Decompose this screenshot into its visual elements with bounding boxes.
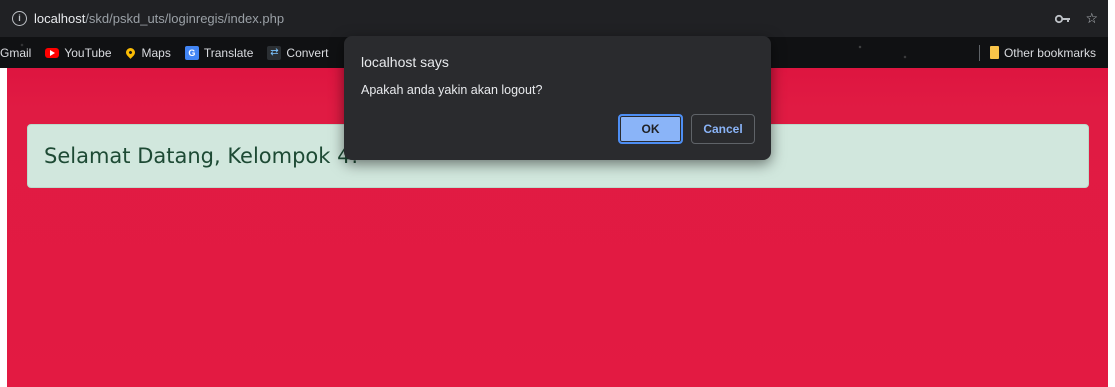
dialog-title: localhost says <box>361 54 449 70</box>
key-icon[interactable] <box>1055 11 1071 27</box>
bookmark-youtube[interactable]: YouTube <box>45 45 112 60</box>
address-bar-actions: ☆ <box>1055 0 1098 37</box>
bookmark-label: Gmail <box>0 45 32 60</box>
translate-icon: G <box>184 45 199 60</box>
confirm-dialog: localhost says Apakah anda yakin akan lo… <box>344 36 771 160</box>
bookmark-label: Convert <box>286 45 329 60</box>
dialog-buttons: OK Cancel <box>618 114 755 144</box>
bookmark-convert[interactable]: ⇄ Convert <box>267 45 329 60</box>
url-path: /skd/pskd_uts/loginregis/index.php <box>85 11 285 26</box>
dialog-message: Apakah anda yakin akan logout? <box>361 83 543 97</box>
welcome-title: Selamat Datang, Kelompok 4! <box>44 144 359 168</box>
cancel-button[interactable]: Cancel <box>691 114 755 144</box>
bookmarks-divider <box>978 44 980 61</box>
bookmark-gmail[interactable]: Gmail <box>0 46 31 60</box>
other-bookmarks-label: Other bookmarks <box>1003 45 1096 60</box>
screen: i localhost/skd/pskd_uts/loginregis/inde… <box>0 0 1115 387</box>
ok-button[interactable]: OK <box>618 114 683 144</box>
youtube-icon <box>45 47 60 58</box>
bookmark-label: Translate <box>203 45 254 60</box>
star-icon[interactable]: ☆ <box>1085 10 1098 27</box>
address-bar[interactable]: i localhost/skd/pskd_uts/loginregis/inde… <box>0 0 1108 37</box>
maps-icon <box>123 46 137 59</box>
window-edge <box>1108 0 1115 387</box>
convert-icon: ⇄ <box>267 45 282 60</box>
bookmark-label: Maps <box>141 45 171 60</box>
url-text[interactable]: localhost/skd/pskd_uts/loginregis/index.… <box>34 11 284 26</box>
other-bookmarks[interactable]: Other bookmarks <box>989 45 1096 60</box>
folder-icon <box>989 46 999 59</box>
bookmark-label: YouTube <box>64 45 112 60</box>
url-host: localhost <box>34 11 86 26</box>
bookmarks-right: Other bookmarks <box>978 37 1096 68</box>
info-icon[interactable]: i <box>12 11 27 26</box>
bookmark-maps[interactable]: Maps <box>123 45 171 60</box>
bookmark-translate[interactable]: G Translate <box>184 45 254 60</box>
